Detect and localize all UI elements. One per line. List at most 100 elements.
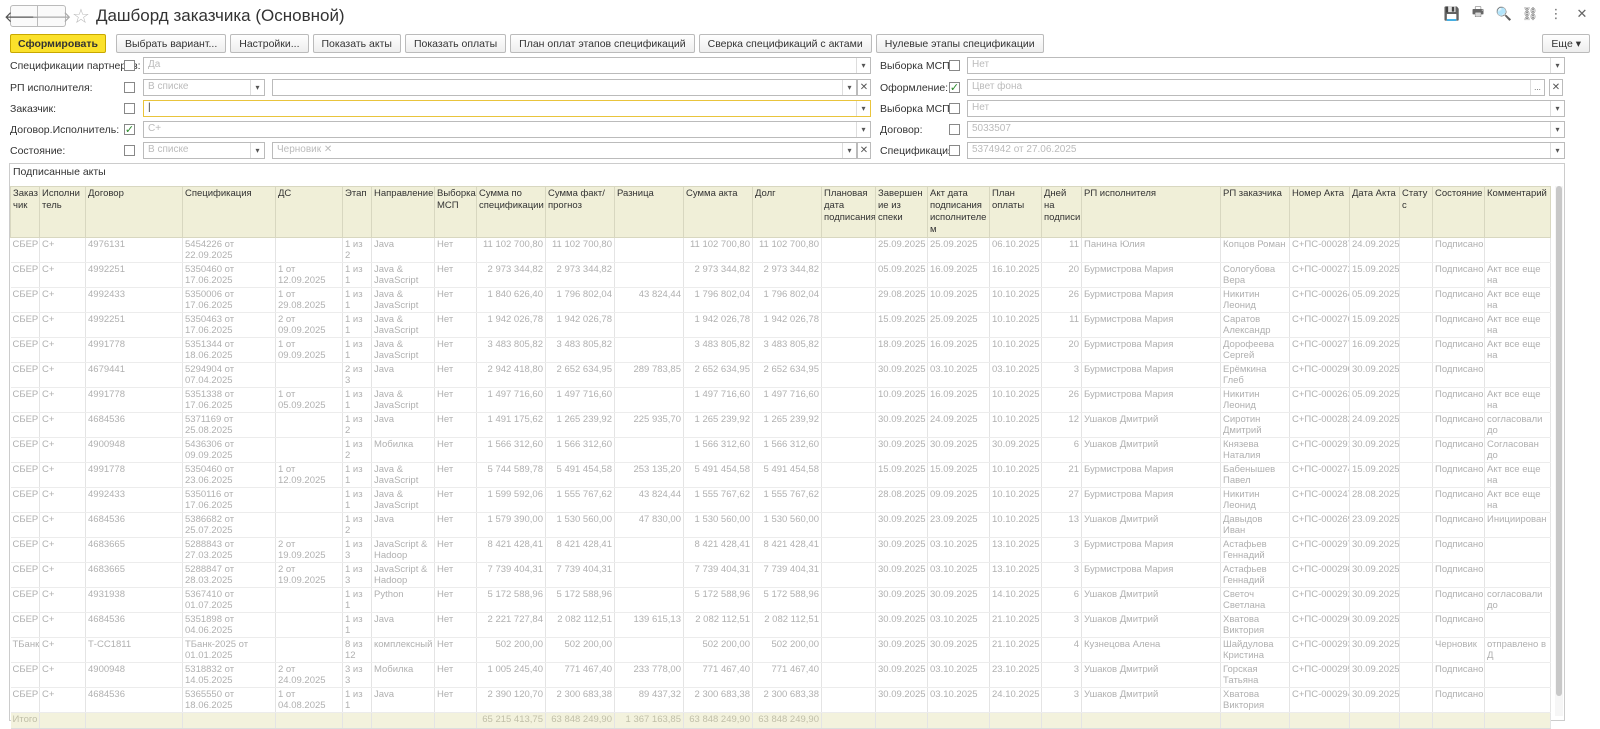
table-row[interactable]: СБЕР С+ 4991778 5350460 от 23.06.2025 1 от 1…	[10, 462, 1551, 488]
table-row[interactable]: СБЕР С+ 4684536 5371169 от 25.08.2025 1 из 2…	[10, 412, 1551, 438]
filter-value-field[interactable]: Нет ▾	[967, 57, 1565, 74]
column-header[interactable]: РП заказчика	[1220, 186, 1290, 238]
filter-checkbox[interactable]: ✓	[124, 124, 135, 135]
column-header[interactable]: Этап	[342, 186, 372, 238]
column-header[interactable]: Дата Акта	[1349, 186, 1400, 238]
filter-checkbox[interactable]	[124, 145, 135, 156]
filter-checkbox[interactable]: ✓	[949, 82, 960, 93]
close-icon[interactable]: ✕	[1574, 6, 1590, 22]
table-row[interactable]: СБЕР С+ 4900948 5318832 от 14.05.2025 2 от 2…	[10, 662, 1551, 688]
filter-value-field[interactable]: 5374942 от 27.06.2025 ▾	[967, 142, 1565, 159]
column-header[interactable]: Разница	[614, 186, 684, 238]
chevron-down-icon[interactable]: ▾	[250, 143, 264, 158]
table-row[interactable]: СБЕР С+ 4991778 5351344 от 18.06.2025 1 от 0…	[10, 337, 1551, 363]
table-row[interactable]: СБЕР С+ 4992433 5350116 от 17.06.2025 1 из 1…	[10, 487, 1551, 513]
chevron-down-icon[interactable]: ▾	[856, 101, 870, 116]
more-button[interactable]: Еще ▾	[1542, 34, 1590, 53]
chevron-down-icon[interactable]: ▾	[856, 122, 870, 137]
ellipsis-icon[interactable]: ...	[1530, 80, 1544, 95]
clear-icon[interactable]: ✕	[857, 79, 871, 96]
column-header[interactable]: Направление	[371, 186, 435, 238]
table-row[interactable]: СБЕР С+ 4991778 5351338 от 17.06.2025 1 от 0…	[10, 387, 1551, 413]
payment-plan-button[interactable]: План оплат этапов спецификаций	[510, 34, 695, 53]
table-row[interactable]: СБЕР С+ 4683665 5288847 от 28.03.2025 2 от 1…	[10, 562, 1551, 588]
filter-value-field[interactable]: Да ▾	[143, 57, 871, 74]
column-header[interactable]: РП исполнителя	[1081, 186, 1221, 238]
table-row[interactable]: ТБанк С+ Т-СС1811 ТБанк-2025 от 01.01.2025 8…	[10, 637, 1551, 663]
column-header[interactable]: Исполни тель	[39, 186, 86, 238]
column-header[interactable]: Номер Акта	[1289, 186, 1350, 238]
forward-button[interactable]: 🡒	[31, 5, 72, 27]
table-row[interactable]: СБЕР С+ 4679441 5294904 от 07.04.2025 2 из 3…	[10, 362, 1551, 388]
chevron-down-icon[interactable]: ▾	[1550, 143, 1564, 158]
column-header[interactable]: Сумма факт/прогноз	[545, 186, 615, 238]
filter-checkbox[interactable]	[949, 145, 960, 156]
chevron-down-icon[interactable]: ▾	[1550, 101, 1564, 116]
column-header[interactable]: Завершен ие из спеки	[875, 186, 928, 238]
clear-icon[interactable]: ✕	[1549, 79, 1563, 96]
filter-value-field[interactable]: Нет ▾	[967, 100, 1565, 117]
print-icon[interactable]: 🖶	[1470, 4, 1486, 22]
column-header[interactable]: Выборка МСП	[434, 186, 477, 238]
clear-icon[interactable]: ✕	[857, 142, 871, 159]
filter-value-field[interactable]: Цвет фона...	[967, 79, 1545, 96]
select-variant-button[interactable]: Выбрать вариант...	[116, 34, 227, 53]
table-row[interactable]: СБЕР С+ 4992251 5350463 от 17.06.2025 2 от 0…	[10, 312, 1551, 338]
generate-button[interactable]: Сформировать	[10, 34, 106, 53]
filter-checkbox[interactable]	[124, 103, 135, 114]
table-row[interactable]: СБЕР С+ 4976131 5454226 от 22.09.2025 1 из 2…	[10, 237, 1551, 263]
filter-checkbox[interactable]	[124, 60, 135, 71]
more-vertical-icon[interactable]: ⋮	[1548, 6, 1564, 22]
zero-stages-button[interactable]: Нулевые этапы спецификации	[875, 34, 1044, 53]
filter-value-field[interactable]: | ▾	[143, 100, 871, 117]
chevron-down-icon[interactable]: ▾	[1550, 58, 1564, 73]
table-row[interactable]: СБЕР С+ 4992251 5350460 от 17.06.2025 1 от 1…	[10, 262, 1551, 288]
settings-button[interactable]: Настройки...	[230, 34, 309, 53]
table-row[interactable]: СБЕР С+ 4992433 5350006 от 17.06.2025 1 от 2…	[10, 287, 1551, 313]
scroll-thumb[interactable]	[1556, 186, 1562, 696]
column-header[interactable]: Акт дата подписания исполнителе м	[927, 186, 990, 238]
filter-checkbox[interactable]	[949, 60, 960, 71]
column-header[interactable]: Стату с	[1399, 186, 1433, 238]
table-row[interactable]: СБЕР С+ 4684536 5351898 от 04.06.2025 1 из 1…	[10, 612, 1551, 638]
vertical-scrollbar[interactable]	[1555, 186, 1563, 716]
chevron-down-icon[interactable]: ▾	[856, 58, 870, 73]
filter-value-field[interactable]: ▾	[272, 79, 857, 96]
preview-icon[interactable]: 🔍	[1496, 6, 1512, 22]
column-header[interactable]: Плановая дата подписания	[821, 186, 876, 238]
column-header[interactable]: План оплаты	[989, 186, 1042, 238]
column-header[interactable]: Сумма по спецификации	[476, 186, 546, 238]
column-header[interactable]: Спецификация	[182, 186, 276, 238]
filter-value-field[interactable]: 5033507 ▾	[967, 121, 1565, 138]
column-header[interactable]: ДС	[275, 186, 343, 238]
chevron-down-icon[interactable]: ▾	[842, 143, 856, 158]
filter-mode-select[interactable]: В списке ▾	[143, 79, 265, 96]
column-header[interactable]: Договор	[85, 186, 183, 238]
column-header[interactable]: Комментарий	[1484, 186, 1551, 238]
column-header[interactable]: Состояние	[1432, 186, 1485, 238]
save-icon[interactable]: 💾	[1444, 6, 1460, 22]
link-icon[interactable]: ⛓	[1522, 6, 1539, 22]
table-row[interactable]: СБЕР С+ 4684536 5386682 от 25.07.2025 1 из 2…	[10, 512, 1551, 538]
show-acts-button[interactable]: Показать акты	[312, 34, 401, 53]
filter-checkbox[interactable]	[124, 82, 135, 93]
filter-value-field[interactable]: Черновик ✕ ▾	[272, 142, 857, 159]
chevron-down-icon[interactable]: ▾	[250, 80, 264, 95]
show-payments-button[interactable]: Показать оплаты	[404, 34, 507, 53]
table-row[interactable]: СБЕР С+ 4900948 5436306 от 09.09.2025 1 из 2…	[10, 437, 1551, 463]
column-header[interactable]: Заказ чик	[10, 186, 40, 238]
column-header[interactable]: Долг	[752, 186, 822, 238]
filter-mode-select[interactable]: В списке ▾	[143, 142, 265, 159]
favorite-star-icon[interactable]: ☆	[72, 4, 90, 29]
table-row[interactable]: СБЕР С+ 4683665 5288843 от 27.03.2025 2 от 1…	[10, 537, 1551, 563]
table-row[interactable]: СБЕР С+ 4684536 5365550 от 18.06.2025 1 от 0…	[10, 687, 1551, 713]
chevron-down-icon[interactable]: ▾	[842, 80, 856, 95]
column-header[interactable]: Дней на подписи	[1041, 186, 1082, 238]
filter-checkbox[interactable]	[949, 103, 960, 114]
table-row[interactable]: СБЕР С+ 4931938 5367410 от 01.07.2025 1 из 1…	[10, 587, 1551, 613]
filter-value-field[interactable]: С+ ▾	[143, 121, 871, 138]
filter-checkbox[interactable]	[949, 124, 960, 135]
column-header[interactable]: Сумма акта	[683, 186, 753, 238]
chevron-down-icon[interactable]: ▾	[1550, 122, 1564, 137]
reconcile-specs-button[interactable]: Сверка спецификаций с актами	[698, 34, 872, 53]
